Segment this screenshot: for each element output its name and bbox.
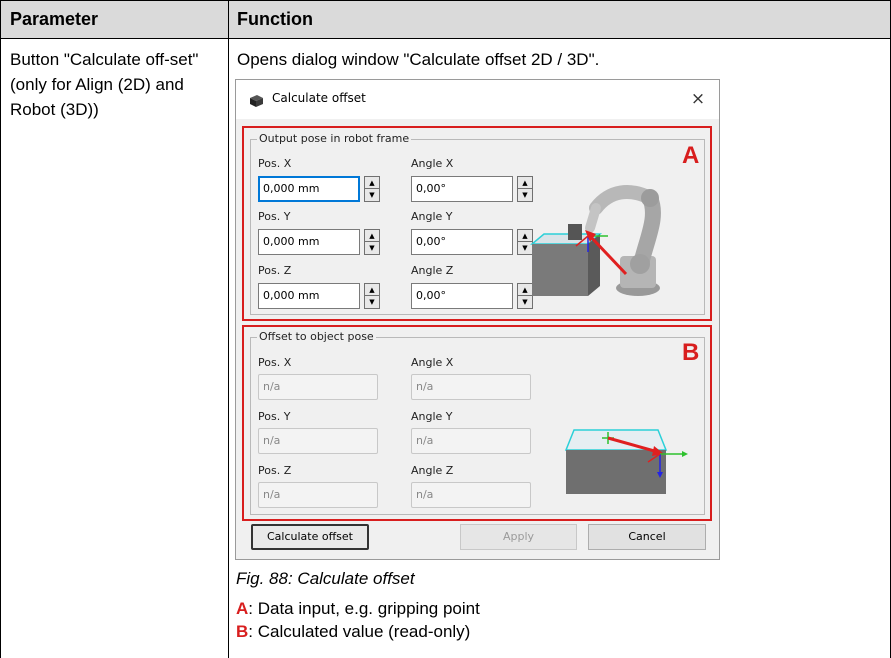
- parameter-cell-text: Button "Calculate off-set" (only for Ali…: [10, 50, 199, 119]
- legend-item-a: A: Data input, e.g. gripping point: [236, 599, 480, 619]
- angle-z-spinbox[interactable]: 0,00° ▲ ▼: [411, 283, 535, 309]
- legend-text-b: : Calculated value (read-only): [248, 622, 471, 641]
- offset-pos-y-field: n/a: [258, 428, 378, 454]
- dialog-title: Calculate offset: [272, 91, 366, 105]
- camera-sensor-icon: [250, 95, 263, 107]
- angle-x-label: Angle X: [411, 157, 454, 170]
- pos-z-label: Pos. Z: [258, 264, 292, 277]
- angle-y-label: Angle Y: [411, 210, 453, 223]
- offset-angle-z-label: Angle Z: [411, 464, 454, 477]
- angle-z-input[interactable]: 0,00°: [411, 283, 513, 309]
- stepper-down-icon[interactable]: ▼: [365, 189, 379, 201]
- offset-pos-y-label: Pos. Y: [258, 410, 291, 423]
- offset-angle-x-field: n/a: [411, 374, 531, 400]
- box-letter-a: A: [682, 142, 700, 169]
- pos-z-input[interactable]: 0,000 mm: [258, 283, 360, 309]
- angle-y-spinbox[interactable]: 0,00° ▲ ▼: [411, 229, 535, 255]
- stepper-up-icon[interactable]: ▲: [365, 284, 379, 296]
- angle-x-spinbox[interactable]: 0,00° ▲ ▼: [411, 176, 535, 202]
- calculate-offset-dialog: Calculate offset × Output pose in robot …: [235, 79, 720, 560]
- table-header-row: Parameter Function: [1, 1, 890, 39]
- figure-caption: Fig. 88: Calculate offset: [236, 569, 415, 588]
- offset-angle-x-label: Angle X: [411, 356, 454, 369]
- dialog-titlebar: Calculate offset ×: [236, 80, 719, 119]
- calculate-offset-button[interactable]: Calculate offset: [251, 524, 369, 550]
- pos-x-spinbox[interactable]: 0,000 mm ▲ ▼: [258, 176, 382, 202]
- stepper-down-icon[interactable]: ▼: [365, 242, 379, 254]
- function-cell-text: Opens dialog window "Calculate offset 2D…: [237, 50, 600, 69]
- object-offset-illustration: [564, 429, 688, 494]
- offset-pos-x-label: Pos. X: [258, 356, 292, 369]
- pos-x-stepper[interactable]: ▲ ▼: [364, 176, 380, 202]
- pos-y-input[interactable]: 0,000 mm: [258, 229, 360, 255]
- robot-arm-illustration: [530, 185, 661, 296]
- offset-angle-y-field: n/a: [411, 428, 531, 454]
- cancel-button[interactable]: Cancel: [588, 524, 706, 550]
- group-offset-object-title: Offset to object pose: [257, 330, 376, 343]
- pos-y-label: Pos. Y: [258, 210, 291, 223]
- stepper-up-icon[interactable]: ▲: [365, 230, 379, 242]
- box-letter-b: B: [682, 339, 700, 366]
- pos-z-stepper[interactable]: ▲ ▼: [364, 283, 380, 309]
- angle-z-label: Angle Z: [411, 264, 454, 277]
- pos-x-label: Pos. X: [258, 157, 292, 170]
- close-icon[interactable]: ×: [688, 89, 708, 109]
- pos-z-spinbox[interactable]: 0,000 mm ▲ ▼: [258, 283, 382, 309]
- stepper-up-icon[interactable]: ▲: [365, 177, 379, 189]
- group-output-pose-title: Output pose in robot frame: [257, 132, 412, 145]
- apply-button[interactable]: Apply: [460, 524, 577, 550]
- offset-angle-z-field: n/a: [411, 482, 531, 508]
- offset-pos-z-label: Pos. Z: [258, 464, 292, 477]
- header-function: Function: [237, 9, 313, 29]
- offset-pos-z-field: n/a: [258, 482, 378, 508]
- legend-item-b: B: Calculated value (read-only): [236, 622, 470, 642]
- offset-angle-y-label: Angle Y: [411, 410, 453, 423]
- legend-key-b: B: [236, 622, 249, 641]
- legend-text-a: : Data input, e.g. gripping point: [248, 599, 480, 618]
- angle-x-input[interactable]: 0,00°: [411, 176, 513, 202]
- pos-y-stepper[interactable]: ▲ ▼: [364, 229, 380, 255]
- pos-y-spinbox[interactable]: 0,000 mm ▲ ▼: [258, 229, 382, 255]
- column-divider: [228, 1, 229, 658]
- legend-key-a: A: [236, 599, 249, 618]
- pos-x-input[interactable]: 0,000 mm: [258, 176, 360, 202]
- angle-y-input[interactable]: 0,00°: [411, 229, 513, 255]
- offset-pos-x-field: n/a: [258, 374, 378, 400]
- header-parameter: Parameter: [10, 9, 99, 29]
- stepper-down-icon[interactable]: ▼: [365, 296, 379, 308]
